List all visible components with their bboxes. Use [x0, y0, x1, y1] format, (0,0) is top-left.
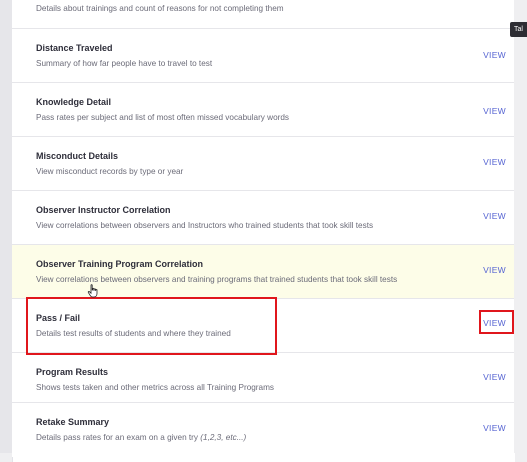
report-description: Summary of how far people have to travel… [36, 59, 213, 68]
report-description: View misconduct records by type or year [36, 167, 184, 176]
report-description: Details about trainings and count of rea… [36, 4, 284, 13]
view-link-retake-summary[interactable]: VIEW [483, 423, 506, 433]
report-title: Observer Instructor Correlation [36, 205, 171, 215]
report-description-italic: (1,2,3, etc...) [200, 433, 247, 442]
view-link-program-results[interactable]: VIEW [483, 372, 506, 382]
report-description-text: Details pass rates for an exam on a give… [36, 433, 201, 442]
report-row-misconduct-details: Misconduct Details View misconduct recor… [12, 137, 514, 191]
view-link-knowledge-detail[interactable]: VIEW [483, 106, 506, 116]
view-link-distance-traveled[interactable]: VIEW [483, 50, 506, 60]
report-description: Details pass rates for an exam on a give… [36, 433, 246, 442]
annotation-box-view-link [479, 310, 514, 334]
tooltip: Tal [510, 22, 527, 37]
hand-pointer-cursor-icon [87, 284, 99, 298]
annotation-box-pass-fail-row [26, 297, 277, 355]
report-row-observer-instructor-correlation: Observer Instructor Correlation View cor… [12, 191, 514, 245]
report-description: Shows tests taken and other metrics acro… [36, 383, 274, 392]
report-description: View correlations between observers and … [36, 275, 398, 284]
right-gutter [514, 0, 527, 453]
view-link-observer-instructor-correlation[interactable]: VIEW [483, 211, 506, 221]
report-description: Pass rates per subject and list of most … [36, 113, 290, 122]
report-title: Retake Summary [36, 417, 110, 427]
left-gutter [0, 0, 12, 453]
report-title: Observer Training Program Correlation [36, 259, 204, 269]
report-row-distance-traveled: Distance Traveled Summary of how far peo… [12, 29, 514, 83]
report-row-knowledge-detail: Knowledge Detail Pass rates per subject … [12, 83, 514, 137]
report-row-program-results: Program Results Shows tests taken and ot… [12, 353, 514, 403]
report-title: Misconduct Details [36, 151, 119, 161]
report-title: Distance Traveled [36, 43, 113, 53]
report-row-retake-summary: Retake Summary Details pass rates for an… [12, 403, 514, 457]
view-link-observer-training-program-correlation[interactable]: VIEW [483, 265, 506, 275]
report-title: Knowledge Detail [36, 97, 112, 107]
view-link-misconduct-details[interactable]: VIEW [483, 157, 506, 167]
report-description: View correlations between observers and … [36, 221, 374, 230]
report-title: Program Results [36, 367, 109, 377]
report-row-training-details: Details about trainings and count of rea… [12, 0, 514, 29]
